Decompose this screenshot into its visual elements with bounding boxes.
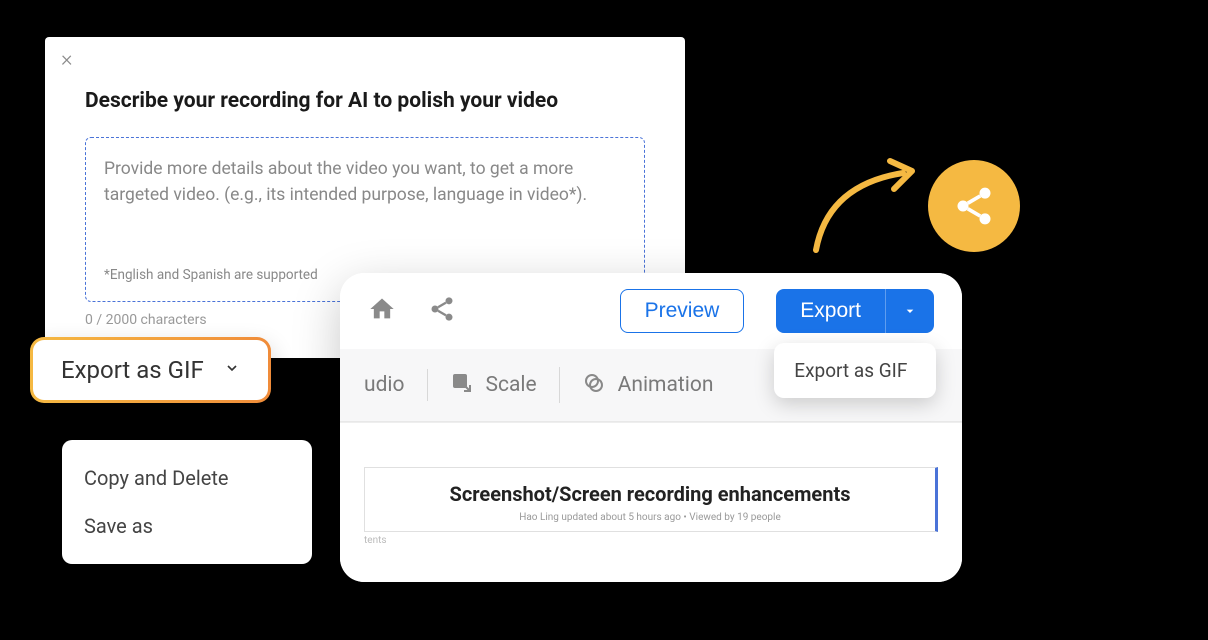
home-icon[interactable]	[368, 295, 396, 327]
tool-audio[interactable]: udio	[364, 369, 428, 401]
top-toolbar: Preview Export Export as GIF	[340, 273, 962, 349]
export-gif-label: Export as GIF	[61, 356, 204, 384]
share-icon	[952, 184, 996, 228]
scale-icon	[450, 371, 474, 399]
close-icon[interactable]: ×	[61, 53, 79, 71]
textarea-placeholder: Provide more details about the video you…	[104, 156, 626, 209]
tool-label: Animation	[618, 373, 714, 397]
export-dropdown-menu: Export as GIF	[774, 343, 936, 398]
tool-animation[interactable]: Animation	[560, 367, 736, 403]
content-preview[interactable]: Screenshot/Screen recording enhancements…	[364, 467, 938, 532]
modal-title: Describe your recording for AI to polish…	[85, 89, 645, 113]
animation-icon	[582, 371, 606, 399]
export-as-gif-option[interactable]: Export as GIF	[794, 359, 916, 382]
triangle-down-icon	[902, 303, 918, 319]
curved-arrow-decoration	[808, 155, 938, 265]
content-meta: Hao Ling updated about 5 hours ago • Vie…	[393, 512, 907, 523]
content-title: Screenshot/Screen recording enhancements	[393, 482, 907, 506]
tool-label: udio	[364, 373, 405, 397]
export-button[interactable]: Export	[776, 289, 885, 333]
export-dropdown-button[interactable]	[885, 289, 934, 333]
menu-item-save-as[interactable]: Save as	[62, 502, 312, 550]
menu-item-copy-delete[interactable]: Copy and Delete	[62, 454, 312, 502]
share-icon[interactable]	[428, 295, 456, 327]
export-button-group: Export Export as GIF	[776, 289, 934, 333]
preview-button[interactable]: Preview	[620, 289, 745, 333]
content-area: tents Screenshot/Screen recording enhanc…	[340, 422, 962, 582]
editor-panel: Preview Export Export as GIF udio Scale …	[340, 273, 962, 582]
chevron-down-icon	[224, 360, 240, 380]
tool-scale[interactable]: Scale	[428, 367, 560, 403]
context-menu: Copy and Delete Save as	[62, 440, 312, 564]
tool-label: Scale	[486, 373, 537, 397]
share-circle-button[interactable]	[928, 160, 1020, 252]
content-label-fragment: tents	[364, 535, 387, 546]
export-as-gif-button[interactable]: Export as GIF	[30, 337, 271, 403]
